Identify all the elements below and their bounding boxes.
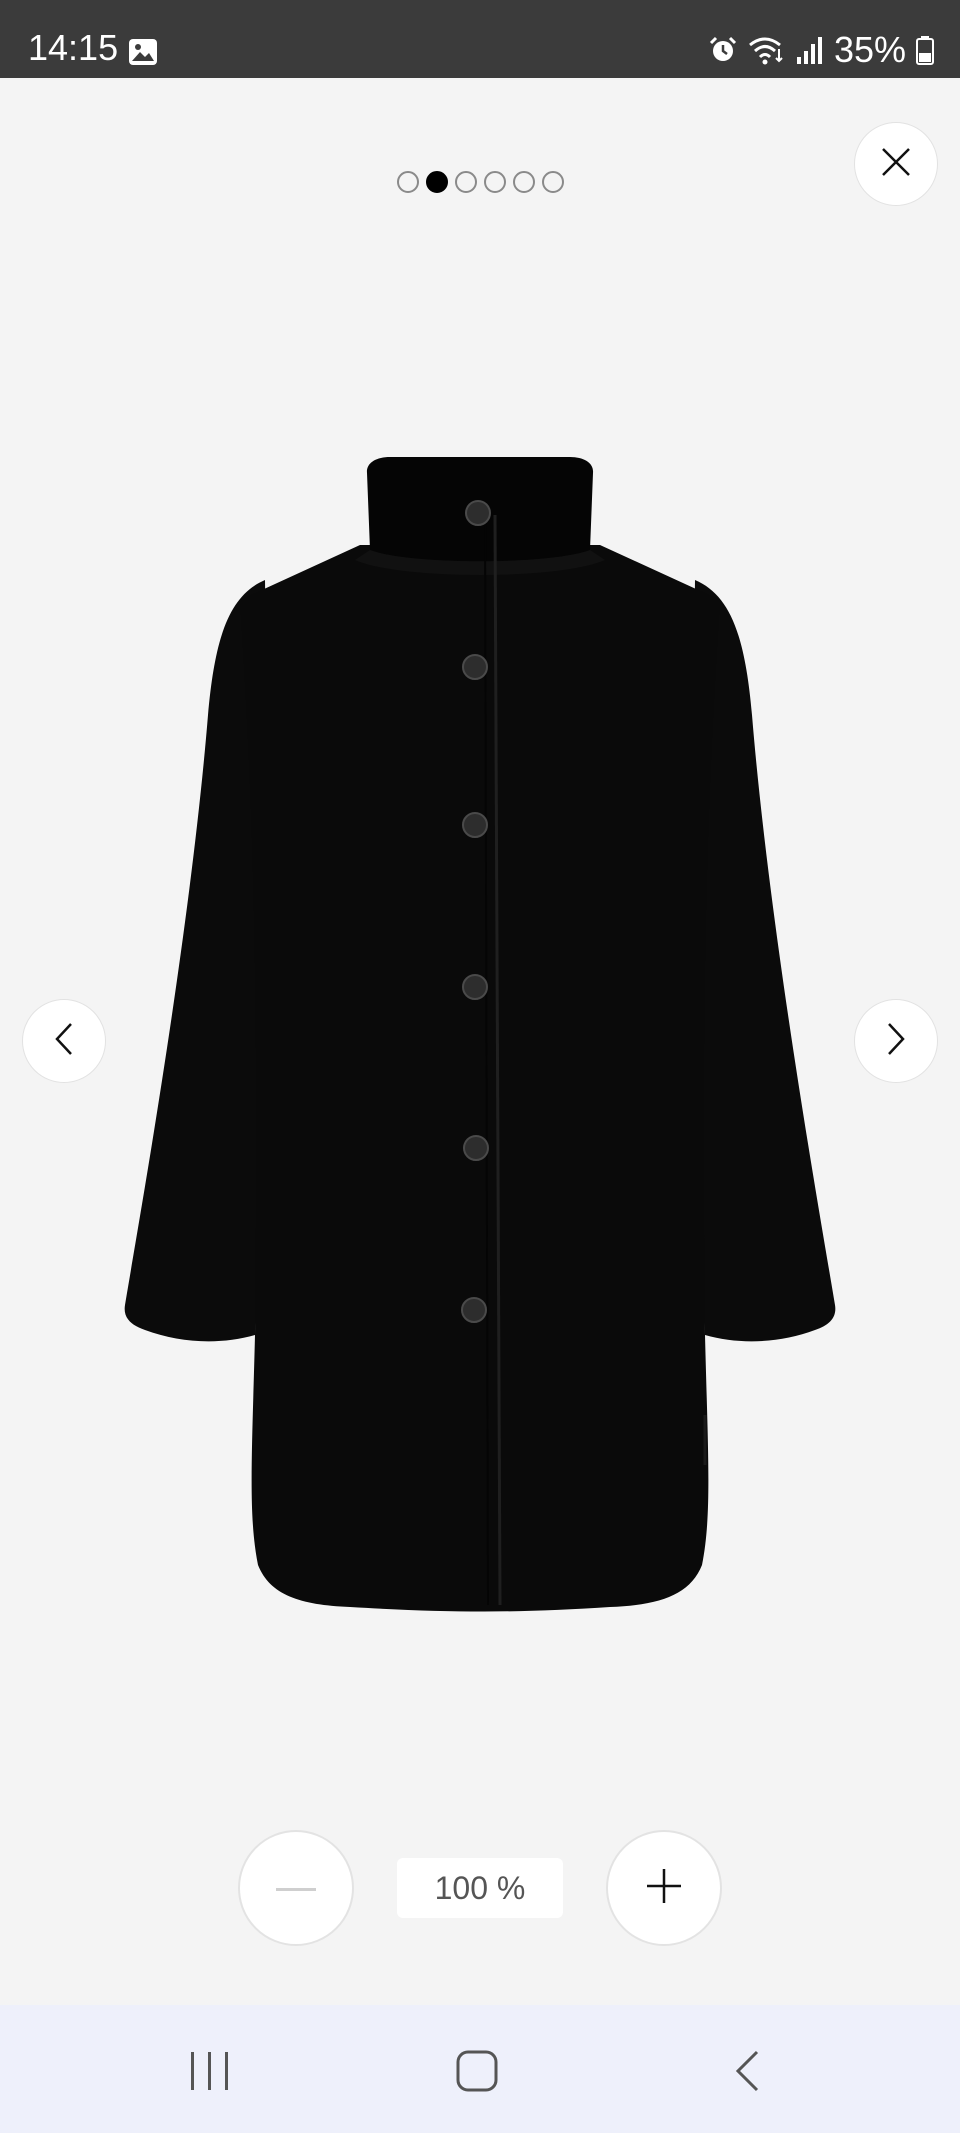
wifi-icon (748, 35, 786, 65)
pager-dot[interactable] (454, 171, 477, 193)
recent-apps-icon (188, 2050, 232, 2097)
gallery-icon (128, 38, 158, 66)
battery-percentage: 35% (833, 29, 906, 70)
zoom-level: 100 % (397, 1858, 563, 1918)
pager-dot[interactable] (425, 171, 448, 193)
pager-dot[interactable] (483, 171, 506, 193)
alarm-icon (708, 35, 738, 65)
status-icons: 35% (708, 30, 934, 70)
product-image[interactable] (120, 455, 840, 1635)
zoom-in-button[interactable] (606, 1830, 722, 1946)
home-icon (455, 2049, 499, 2098)
back-icon (733, 2049, 761, 2098)
status-time: 14:15 (28, 27, 119, 68)
image-viewer-screen: 14:15 35% 100 % (0, 0, 960, 2133)
image-pager (0, 171, 960, 197)
pager-dot[interactable] (512, 171, 535, 193)
close-icon (880, 146, 912, 183)
status-bar: 14:15 35% (0, 0, 960, 78)
back-button[interactable] (707, 2039, 787, 2107)
navigation-bar (0, 2005, 960, 2133)
chevron-right-icon (884, 1021, 908, 1062)
next-image-button[interactable] (854, 999, 938, 1083)
minus-icon (276, 1879, 316, 1897)
signal-icon (796, 35, 824, 65)
previous-image-button[interactable] (22, 999, 106, 1083)
zoom-out-button[interactable] (238, 1830, 354, 1946)
recent-apps-button[interactable] (170, 2039, 250, 2107)
battery-icon (916, 35, 934, 65)
chevron-left-icon (52, 1021, 76, 1062)
home-button[interactable] (437, 2039, 517, 2107)
pager-dot[interactable] (541, 171, 564, 193)
pager-dot[interactable] (396, 171, 419, 193)
close-button[interactable] (854, 122, 938, 206)
plus-icon (646, 1868, 682, 1909)
